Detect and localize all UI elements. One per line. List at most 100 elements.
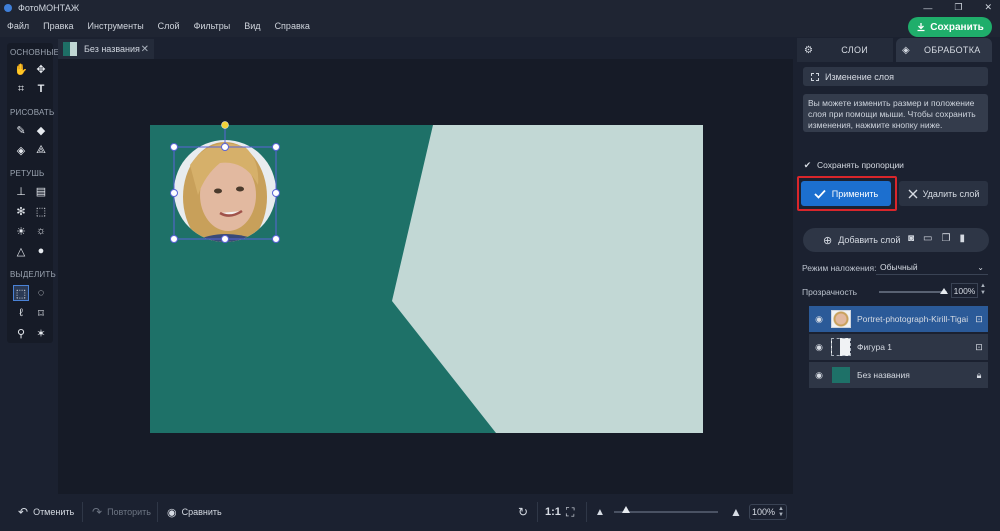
tab-processing[interactable]: ◈ ОБРАБОТКА bbox=[896, 38, 992, 62]
menu-edit[interactable]: Правка bbox=[43, 21, 73, 31]
divider bbox=[537, 502, 538, 522]
healing-icon[interactable]: ✻ bbox=[14, 204, 28, 218]
hand-icon[interactable]: ✋ bbox=[14, 62, 28, 76]
blend-mode-select[interactable]: Обычный ⌄ bbox=[876, 260, 988, 275]
folder-icon[interactable]: ▭ bbox=[923, 233, 932, 244]
patch-icon[interactable]: ▤ bbox=[34, 184, 48, 198]
window-controls: — ❐ ✕ bbox=[923, 0, 992, 15]
section-draw: РИСОВАТЬ bbox=[10, 108, 55, 117]
zoom-slider-knob[interactable] bbox=[622, 506, 630, 513]
layer-actions: ◙ ▭ ❐ ▮ bbox=[908, 233, 965, 244]
text-tool-icon[interactable]: T bbox=[34, 82, 48, 96]
save-button-label: Сохранить bbox=[930, 21, 984, 33]
menu-filters[interactable]: Фильтры bbox=[194, 21, 231, 31]
add-circle-icon[interactable]: ⊕ bbox=[823, 234, 832, 247]
opacity-field[interactable]: 100% bbox=[951, 283, 978, 298]
layer-thumbnail bbox=[831, 338, 851, 356]
trash-icon[interactable]: ▮ bbox=[959, 233, 965, 244]
section-basic: ОСНОВНЫЕ bbox=[10, 48, 60, 57]
divider bbox=[157, 502, 158, 522]
visibility-eye-icon[interactable]: ◉ bbox=[809, 342, 829, 353]
download-icon bbox=[917, 23, 925, 32]
magic-wand-icon[interactable]: ✶ bbox=[34, 326, 48, 340]
polygon-lasso-icon[interactable]: ⌑ bbox=[34, 306, 48, 320]
tab-layers[interactable]: ⚙ СЛОИ bbox=[797, 38, 893, 62]
canvas[interactable] bbox=[150, 121, 703, 433]
unlock-icon[interactable]: ⊡ bbox=[970, 342, 988, 353]
sharpen-icon[interactable]: △ bbox=[14, 244, 28, 258]
zoom-out-icon[interactable]: ▲ bbox=[595, 503, 605, 521]
keep-proportions-checkbox[interactable]: ✔ Сохранять пропорции bbox=[803, 160, 904, 171]
dodge-icon[interactable]: ☼ bbox=[34, 224, 48, 238]
keep-proportions-label: Сохранять пропорции bbox=[817, 160, 904, 170]
stamp-icon[interactable]: ⊥ bbox=[14, 184, 28, 198]
compare-label: Сравнить bbox=[181, 507, 222, 517]
layer-name: Фигура 1 bbox=[857, 342, 893, 352]
fit-screen-icon[interactable]: ⛶ bbox=[566, 503, 574, 521]
tab-layers-label: СЛОИ bbox=[841, 45, 869, 55]
apply-button[interactable]: Применить bbox=[801, 181, 891, 206]
minimize-icon[interactable]: — bbox=[923, 3, 932, 13]
redo-label: Повторить bbox=[107, 507, 151, 517]
menu-file[interactable]: Файл bbox=[7, 21, 29, 31]
shapes-icon[interactable]: ⟁ bbox=[34, 143, 48, 157]
ratio-button[interactable]: 1:1 bbox=[545, 503, 561, 521]
sliders-icon: ⚙ bbox=[804, 44, 814, 56]
delete-layer-label: Удалить слой bbox=[922, 188, 980, 199]
zoom-field[interactable]: 100% ▲ ▼ bbox=[749, 504, 787, 520]
apply-label: Применить bbox=[831, 188, 879, 199]
brightness-icon[interactable]: ☀ bbox=[14, 224, 28, 238]
menu-help[interactable]: Справка bbox=[275, 21, 310, 31]
delete-layer-button[interactable]: Удалить слой bbox=[899, 181, 988, 206]
rotate-view-icon[interactable]: ↻ bbox=[518, 503, 528, 521]
save-button[interactable]: Сохранить bbox=[908, 17, 992, 37]
select-frame-icon[interactable]: ⬚ bbox=[34, 204, 48, 218]
fill-bucket-icon[interactable]: ◈ bbox=[14, 143, 28, 157]
add-layer-button[interactable]: Добавить слой bbox=[838, 235, 900, 245]
document-tab[interactable]: Без названия ✕ bbox=[58, 39, 154, 59]
checkmark-icon[interactable]: ✔ bbox=[803, 160, 812, 170]
rotate-handle bbox=[221, 121, 229, 129]
menu-tools[interactable]: Инструменты bbox=[88, 21, 144, 31]
lock-icon[interactable]: 🔒︎ bbox=[970, 370, 988, 381]
menu-view[interactable]: Вид bbox=[244, 21, 260, 31]
visibility-eye-icon[interactable]: ◉ bbox=[809, 314, 829, 325]
section-select: ВЫДЕЛИТЬ bbox=[10, 270, 56, 279]
blur-drop-icon[interactable]: ● bbox=[34, 244, 48, 258]
duplicate-icon[interactable]: ❐ bbox=[942, 233, 951, 244]
layer-row[interactable]: ◉ Portret-photograph-Kirill-Tigai ⊡ bbox=[809, 306, 988, 332]
mask-icon[interactable]: ◙ bbox=[908, 233, 914, 244]
layer-row[interactable]: ◉ Фигура 1 ⊡ bbox=[809, 334, 988, 360]
compare-button[interactable]: ◉ Сравнить bbox=[167, 503, 222, 521]
check-icon bbox=[814, 189, 826, 199]
undo-label: Отменить bbox=[33, 507, 75, 517]
layer-name: Portret-photograph-Kirill-Tigai bbox=[857, 314, 969, 324]
brush-icon[interactable]: ✎ bbox=[14, 123, 28, 137]
opacity-slider-knob[interactable] bbox=[940, 288, 948, 294]
crop-icon[interactable]: ⌗ bbox=[14, 82, 28, 96]
redo-button[interactable]: ↷ Повторить bbox=[92, 503, 151, 521]
tab-processing-label: ОБРАБОТКА bbox=[924, 45, 981, 55]
opacity-label: Прозрачность bbox=[802, 287, 858, 297]
opacity-spin-icon[interactable]: ▲ ▼ bbox=[980, 283, 986, 297]
visibility-eye-icon[interactable]: ◉ bbox=[809, 370, 829, 381]
zoom-in-icon[interactable]: ▲ bbox=[730, 503, 742, 521]
zoom-value: 100% bbox=[752, 507, 776, 517]
document-thumbnail bbox=[63, 42, 77, 56]
opacity-slider[interactable] bbox=[879, 291, 947, 293]
menu-layer[interactable]: Слой bbox=[158, 21, 180, 31]
move-icon[interactable]: ✥ bbox=[34, 62, 48, 76]
zoom-spin-icon[interactable]: ▲ ▼ bbox=[778, 506, 784, 518]
close-window-icon[interactable]: ✕ bbox=[984, 2, 992, 13]
undo-button[interactable]: ↶ Отменить bbox=[18, 503, 74, 521]
magnetic-lasso-icon[interactable]: ⚲ bbox=[14, 326, 28, 340]
edit-layer-title: Изменение слоя bbox=[825, 71, 894, 82]
ellipse-select-icon[interactable]: ◌ bbox=[34, 286, 48, 300]
layer-row[interactable]: ◉ Без названия 🔒︎ bbox=[809, 362, 988, 388]
maximize-icon[interactable]: ❐ bbox=[954, 2, 962, 13]
close-tab-icon[interactable]: ✕ bbox=[141, 44, 149, 55]
lasso-icon[interactable]: ℓ bbox=[14, 306, 28, 320]
rect-select-icon[interactable]: ⬚ bbox=[13, 285, 29, 301]
unlock-icon[interactable]: ⊡ bbox=[970, 314, 988, 325]
eraser-icon[interactable]: ◆ bbox=[34, 123, 48, 137]
